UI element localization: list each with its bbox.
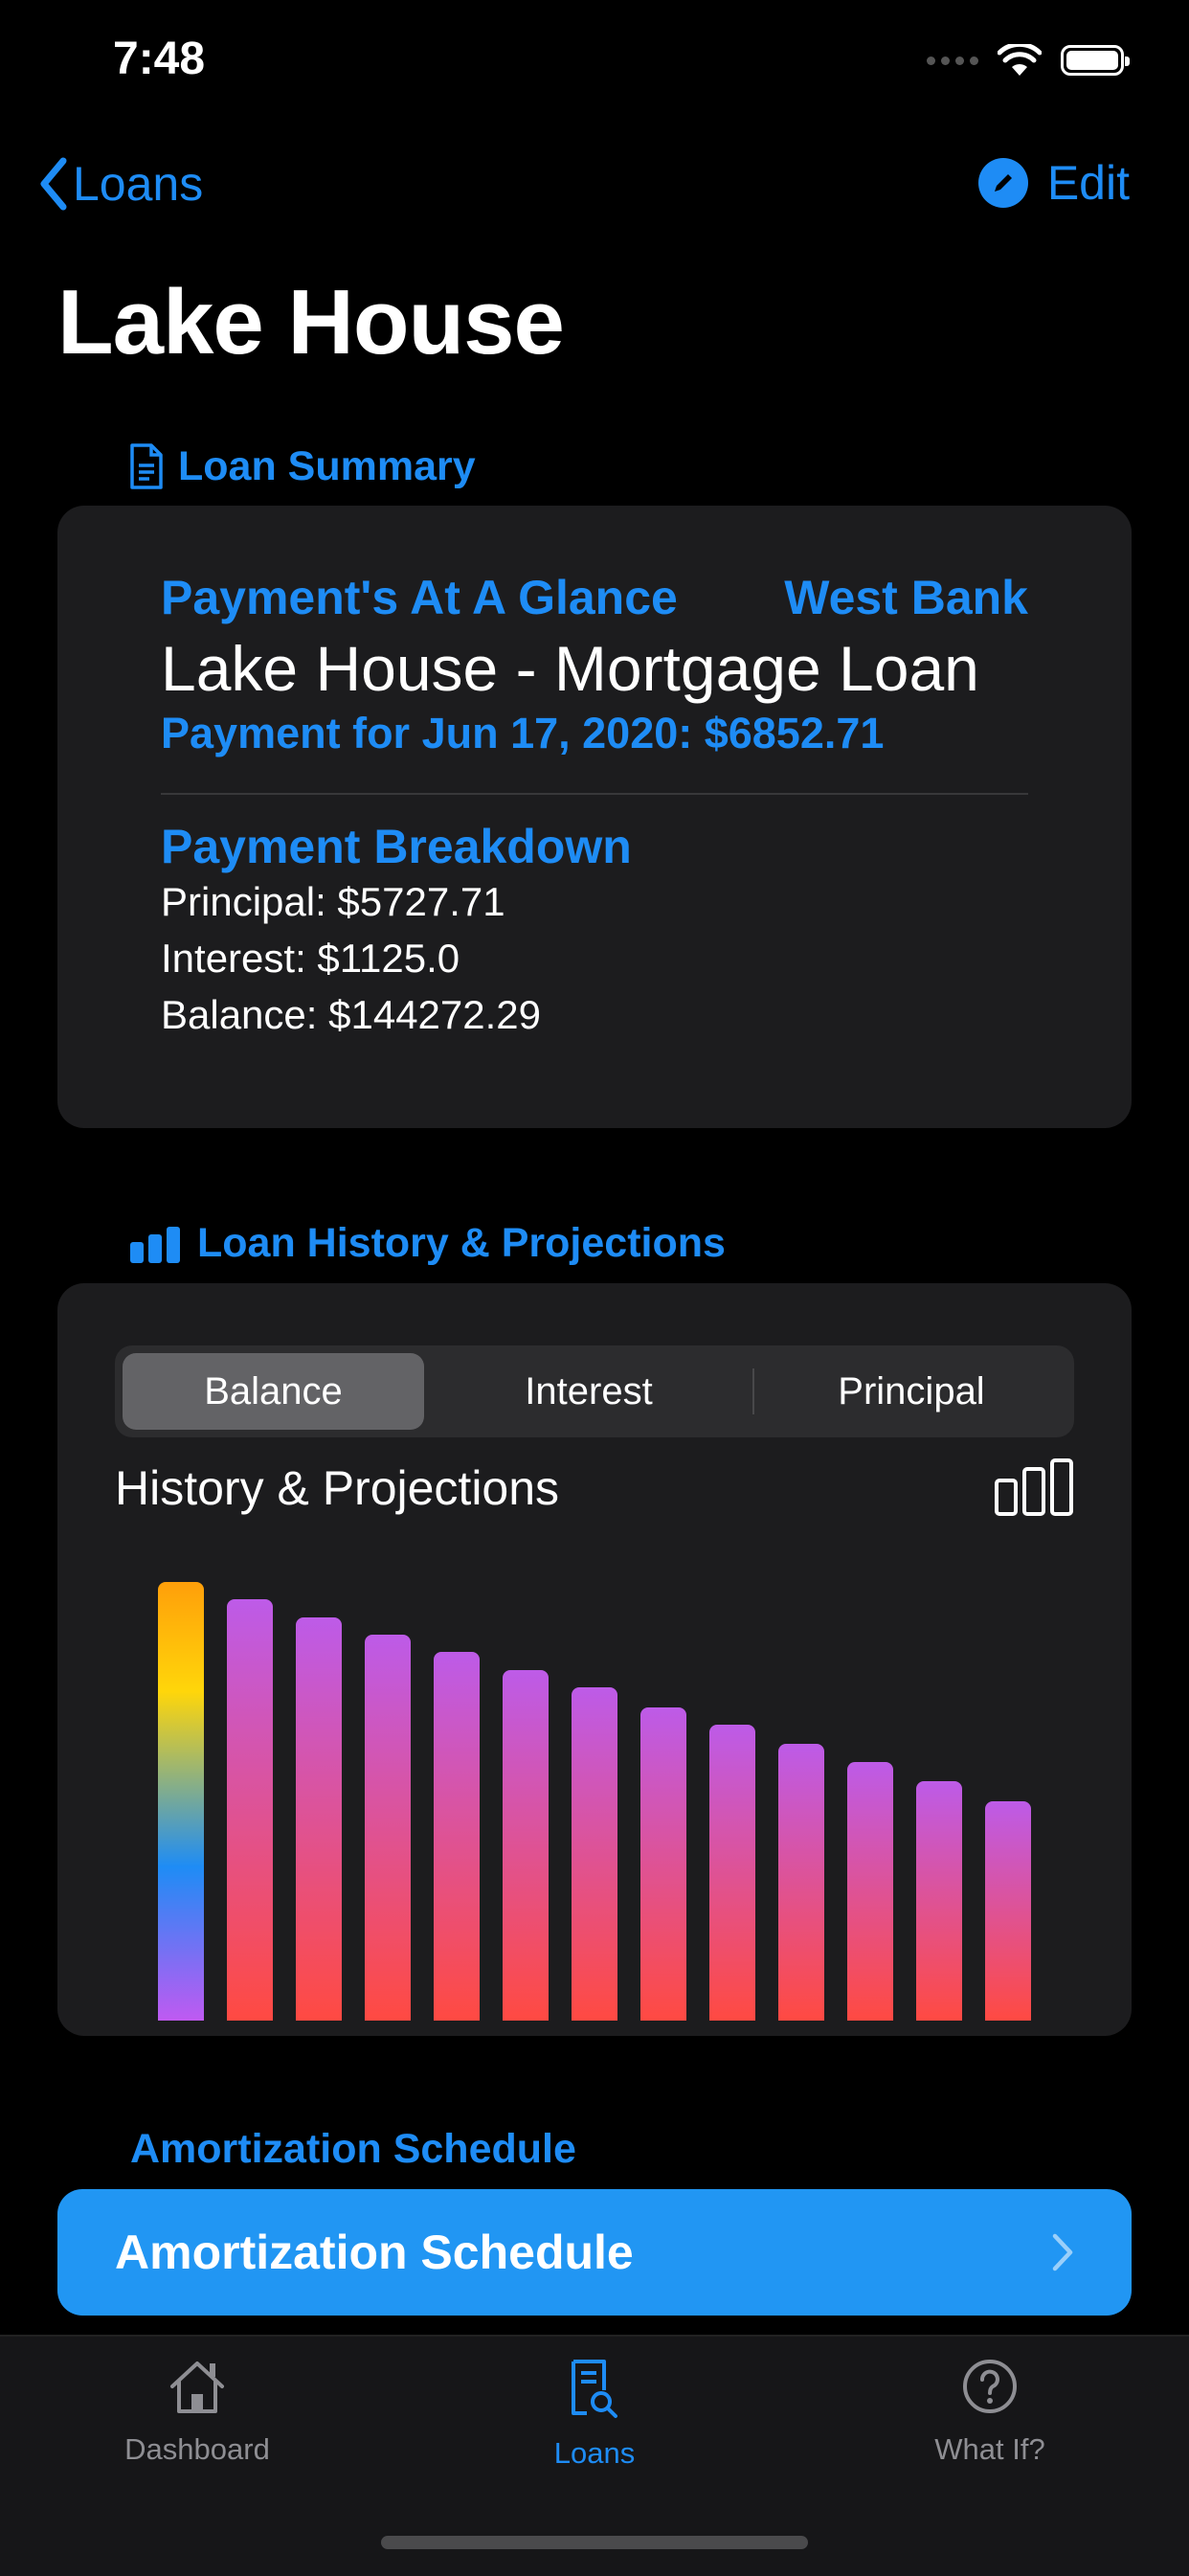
interest-value: Interest: $1125.0 bbox=[161, 936, 460, 981]
battery-icon bbox=[1061, 45, 1130, 76]
divider bbox=[161, 793, 1028, 795]
loan-summary-header: Loan Summary bbox=[128, 442, 476, 490]
chevron-left-icon bbox=[40, 157, 67, 211]
back-button[interactable]: Loans bbox=[34, 155, 203, 213]
bar-projection bbox=[434, 1652, 480, 2021]
cellular-signal-icon bbox=[927, 56, 978, 65]
house-icon bbox=[170, 2361, 224, 2413]
bar-projection bbox=[847, 1762, 893, 2021]
bank-name: West Bank bbox=[784, 571, 1028, 624]
wifi-icon bbox=[998, 44, 1042, 76]
segment-interest-label: Interest bbox=[525, 1369, 653, 1412]
bar-projection bbox=[572, 1687, 617, 2021]
balance-bar-chart bbox=[144, 1570, 1043, 2021]
amortization-section-title: Amortization Schedule bbox=[130, 2126, 576, 2172]
balance-value: Balance: $144272.29 bbox=[161, 992, 542, 1037]
document-icon bbox=[130, 443, 163, 489]
home-indicator bbox=[381, 2536, 808, 2549]
bar-chart-icon bbox=[130, 1226, 180, 1263]
edit-label: Edit bbox=[1046, 156, 1130, 210]
glance-label: Payment's At A Glance bbox=[161, 571, 678, 624]
back-label: Loans bbox=[73, 157, 204, 211]
chart-title: History & Projections bbox=[115, 1461, 560, 1515]
payment-line: Payment for Jun 17, 2020: $6852.71 bbox=[161, 709, 885, 757]
bar-projection bbox=[916, 1781, 962, 2021]
bar-projection bbox=[365, 1635, 411, 2021]
history-header: Loan History & Projections bbox=[128, 1220, 726, 1267]
tab-loans[interactable]: Loans bbox=[451, 2358, 738, 2471]
segment-interest[interactable]: Interest bbox=[431, 1353, 747, 1430]
segment-principal-label: Principal bbox=[838, 1369, 985, 1412]
history-title: Loan History & Projections bbox=[197, 1220, 726, 1266]
loan-name: Lake House - Mortgage Loan bbox=[161, 633, 979, 704]
bar-projection bbox=[778, 1744, 824, 2021]
tab-dashboard-label: Dashboard bbox=[124, 2432, 270, 2466]
bar-projection bbox=[503, 1670, 549, 2021]
glance-row: Payment's At A Glance West Bank bbox=[161, 570, 1028, 625]
edit-button[interactable]: Edit bbox=[977, 155, 1130, 211]
chevron-right-icon bbox=[1052, 2233, 1073, 2271]
page-title: Lake House bbox=[57, 271, 565, 373]
status-icons bbox=[927, 44, 1130, 77]
segment-balance[interactable]: Balance bbox=[123, 1353, 424, 1430]
bar-projection bbox=[985, 1801, 1031, 2021]
tab-what-if-label: What If? bbox=[934, 2432, 1045, 2466]
bar-projection bbox=[640, 1707, 686, 2021]
chart-type-icon[interactable] bbox=[994, 1457, 1076, 1517]
bar-projection bbox=[709, 1725, 755, 2021]
tab-loans-label: Loans bbox=[553, 2436, 636, 2470]
segment-principal[interactable]: Principal bbox=[756, 1353, 1066, 1430]
document-search-icon bbox=[572, 2360, 617, 2418]
principal-value: Principal: $5727.71 bbox=[161, 879, 505, 924]
bar-current bbox=[158, 1582, 204, 2021]
tab-dashboard[interactable]: Dashboard bbox=[54, 2358, 341, 2467]
bar-projection bbox=[296, 1617, 342, 2021]
amortization-button-label: Amortization Schedule bbox=[115, 2226, 634, 2279]
tab-what-if[interactable]: What If? bbox=[846, 2358, 1133, 2467]
pencil-icon bbox=[977, 158, 1028, 208]
segment-separator bbox=[752, 1368, 754, 1414]
breakdown-title: Payment Breakdown bbox=[161, 820, 632, 873]
amortization-schedule-button[interactable]: Amortization Schedule bbox=[57, 2189, 1132, 2316]
status-time: 7:48 bbox=[113, 34, 206, 84]
question-circle-icon bbox=[963, 2360, 1017, 2413]
bar-projection bbox=[227, 1599, 273, 2021]
segmented-control: Balance Interest Principal bbox=[115, 1345, 1074, 1437]
segment-balance-label: Balance bbox=[204, 1369, 343, 1412]
loan-summary-title: Loan Summary bbox=[178, 442, 476, 489]
